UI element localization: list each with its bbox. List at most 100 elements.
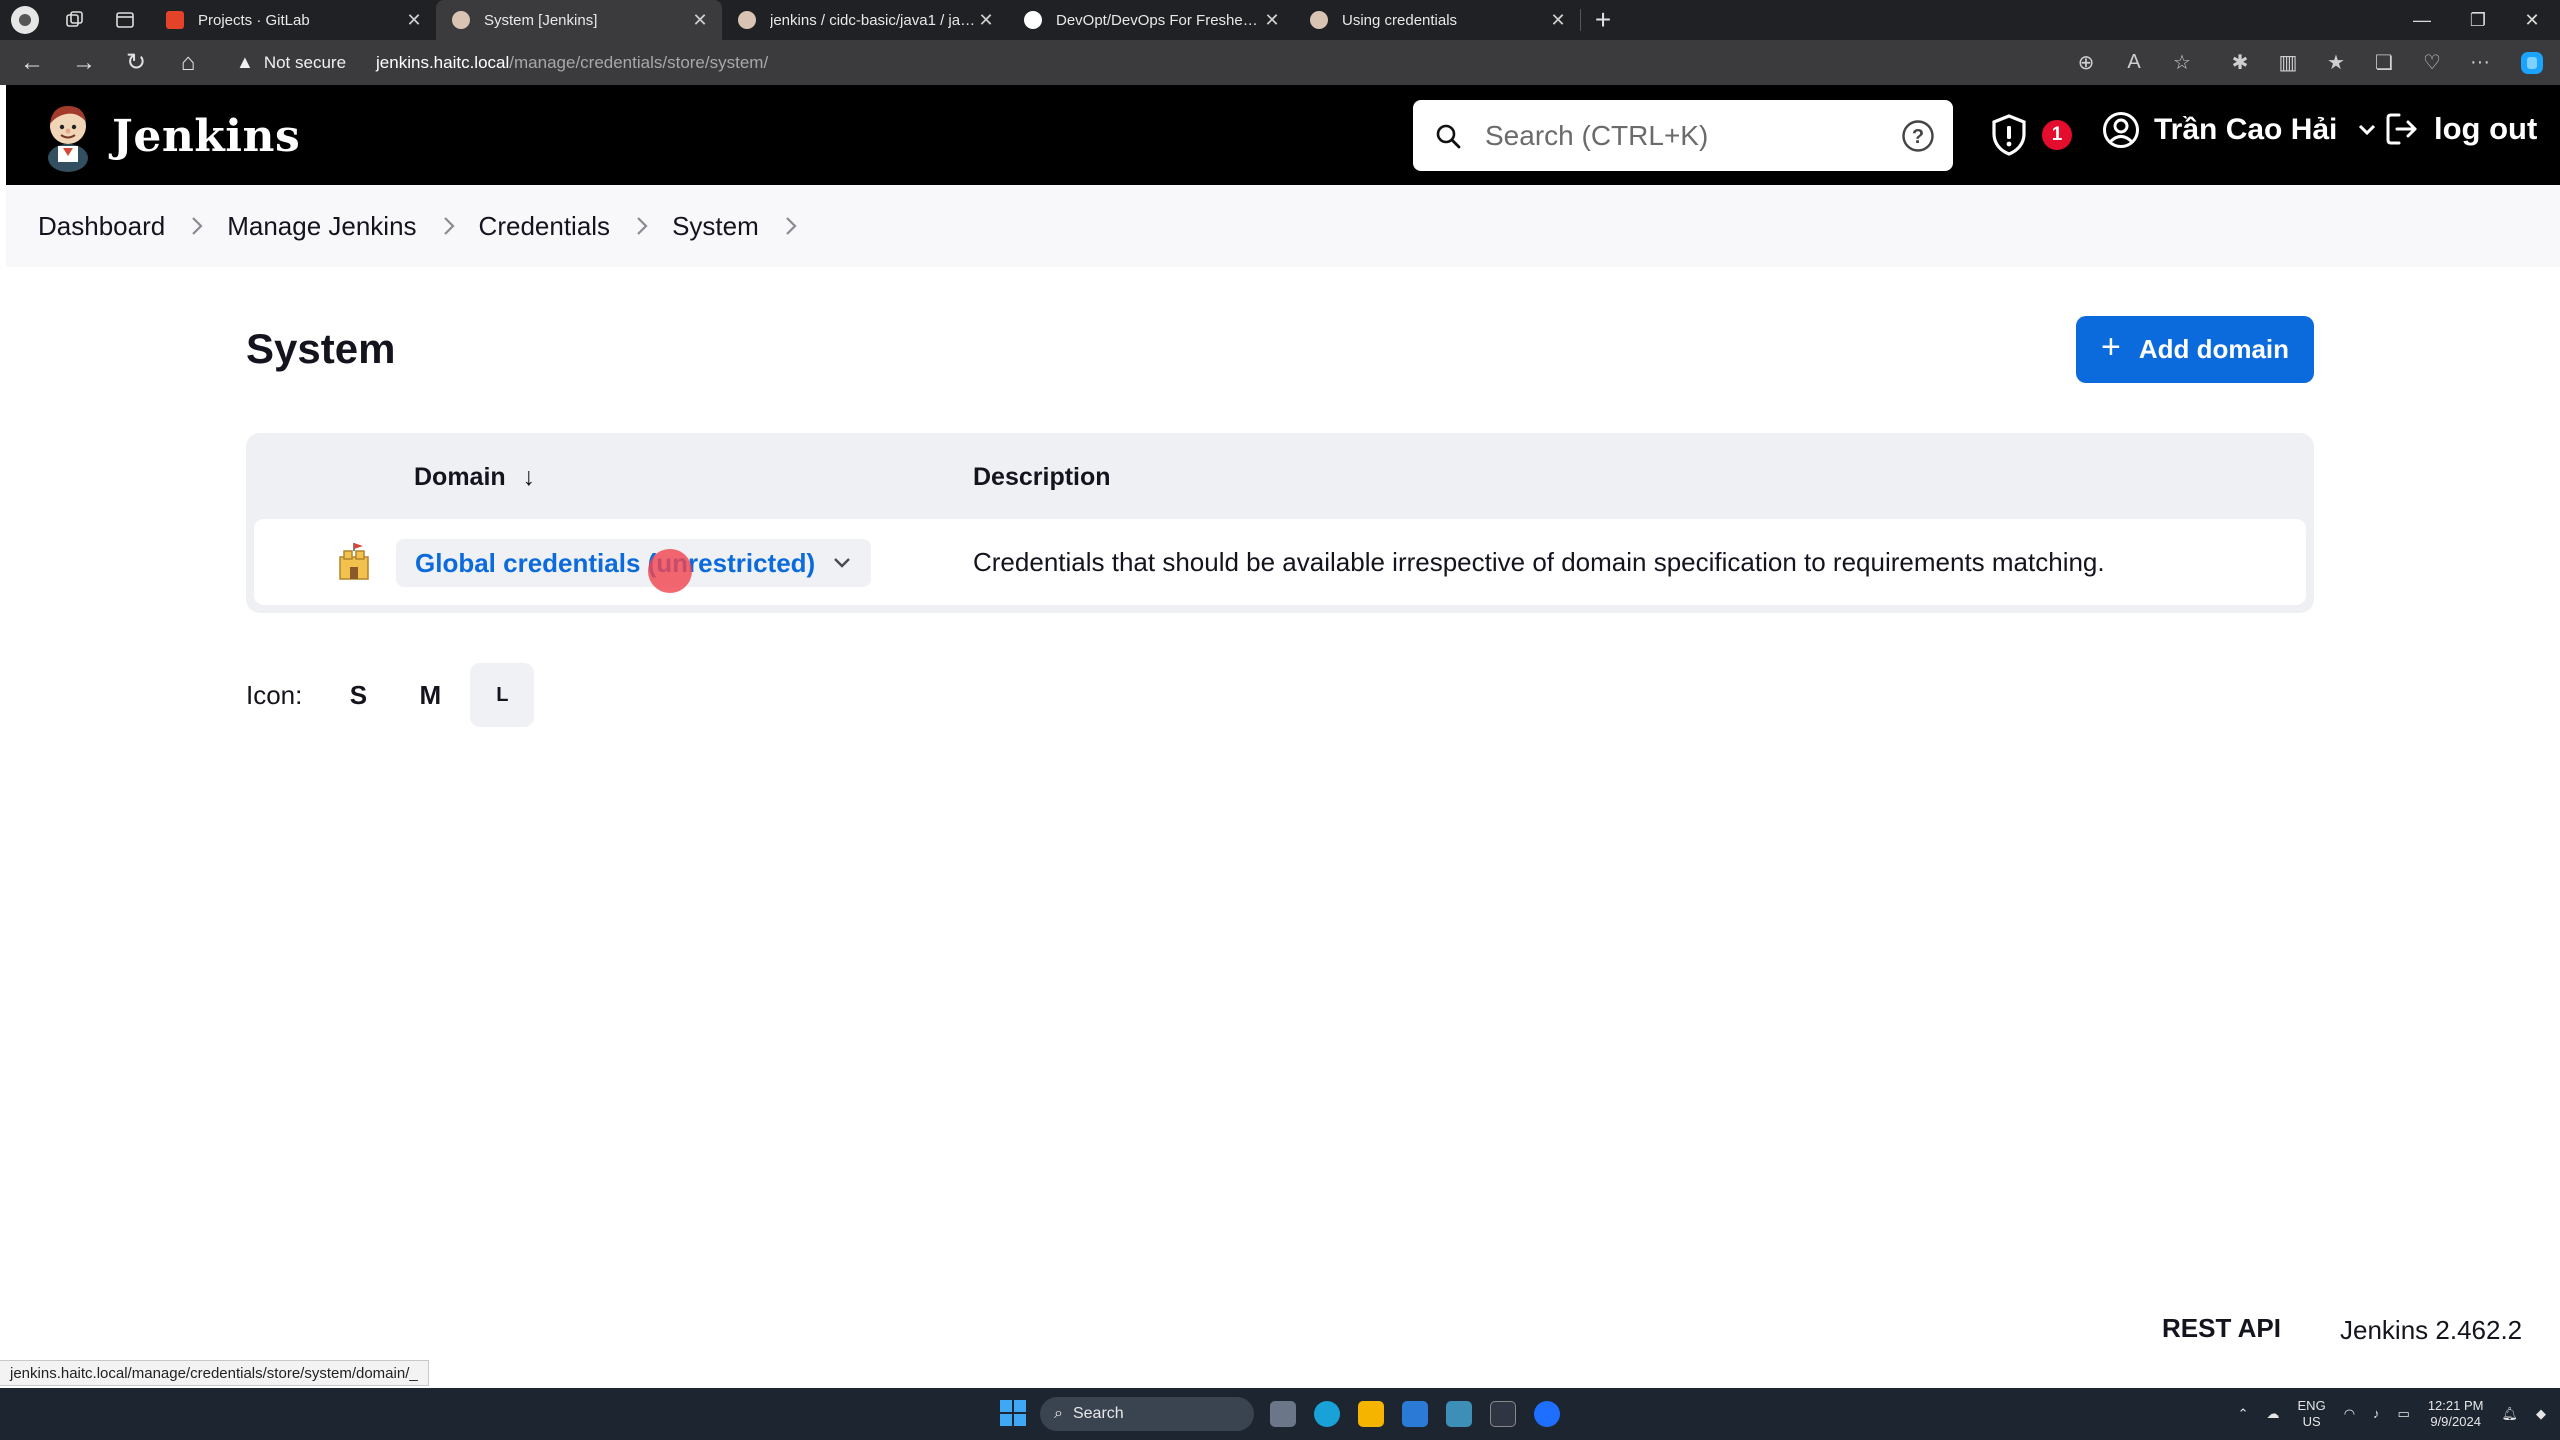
restore-icon[interactable]: ❐ (2450, 0, 2506, 40)
battery-icon[interactable]: ▭ (2398, 1406, 2410, 1422)
github-favicon-icon (1024, 11, 1042, 29)
chevron-right-icon[interactable] (443, 216, 455, 236)
volume-icon[interactable]: ♪ (2373, 1406, 2380, 1422)
browser-toolbar: ← → ↻ ⌂ ▲ Not secure jenkins.haitc.local… (0, 40, 2560, 85)
tab-title: DevOpt/DevOps For Fresher/6. Je (1056, 11, 1262, 29)
description-column-header[interactable]: Description (973, 463, 1111, 492)
search-input[interactable] (1485, 119, 1865, 152)
remote-desktop-icon[interactable] (1446, 1401, 1472, 1427)
shield-alert-icon (1992, 114, 2026, 156)
show-hidden-icons-icon[interactable]: ⌃ (2238, 1406, 2249, 1422)
browser-essentials-icon[interactable]: ♡ (2408, 40, 2456, 85)
user-menu[interactable]: Trần Cao Hải (2102, 111, 2377, 149)
jenkins-header: Jenkins ? 1 Trần Cao Hải log out (6, 85, 2560, 185)
breadcrumb-item-credentials[interactable]: Credentials (479, 211, 611, 242)
user-name: Trần Cao Hải (2154, 113, 2338, 146)
zoom-icon[interactable]: ⊕ (2062, 40, 2110, 85)
security-label[interactable]: Not secure (264, 53, 346, 73)
logout-icon (2386, 113, 2417, 145)
link-status-bar: jenkins.haitc.local/manage/credentials/s… (0, 1360, 429, 1386)
chevron-down-icon[interactable] (833, 557, 851, 569)
help-icon[interactable]: ? (1901, 119, 1935, 153)
language-indicator[interactable]: ENG US (2298, 1398, 2326, 1430)
tab-title: System [Jenkins] (484, 11, 598, 29)
workspaces-icon[interactable] (50, 0, 100, 40)
home-icon[interactable]: ⌂ (162, 40, 214, 85)
edge-browser-icon[interactable] (1314, 1401, 1340, 1427)
cursor-click-indicator (648, 549, 692, 593)
add-domain-label: Add domain (2138, 334, 2290, 364)
favorite-star-icon[interactable]: ☆ (2158, 40, 2206, 85)
chevron-right-icon[interactable] (785, 216, 797, 236)
close-tab-icon[interactable]: ✕ (1548, 10, 1568, 31)
table-row: Global credentials (unrestricted) Creden… (254, 519, 2306, 605)
windows-start-icon[interactable] (1000, 1400, 1026, 1426)
jenkins-favicon-icon (452, 11, 470, 29)
back-icon[interactable]: ← (6, 40, 58, 85)
new-tab-icon[interactable]: + (1581, 4, 1625, 36)
chevron-right-icon[interactable] (636, 216, 648, 236)
browser-tab-using-credentials[interactable]: Using credentials ✕ (1294, 0, 1580, 40)
domains-table: Domain ↓ Description Global credentials … (246, 433, 2314, 613)
close-tab-icon[interactable]: ✕ (1262, 10, 1282, 31)
address-bar[interactable]: ▲ Not secure jenkins.haitc.local/manage/… (236, 40, 768, 85)
search-box[interactable]: ? (1413, 100, 1953, 171)
sort-arrow-icon: ↓ (522, 463, 536, 491)
icon-size-label: Icon: (246, 679, 303, 710)
read-aloud-icon[interactable]: A (2110, 40, 2158, 85)
security-alert-button[interactable]: 1 (1990, 113, 2072, 157)
domain-name[interactable]: Global credentials (unrestricted) (415, 548, 815, 579)
reload-icon[interactable]: ↻ (110, 40, 162, 85)
copilot-icon[interactable] (2504, 40, 2560, 85)
rest-api-link[interactable]: REST API (2162, 1313, 2281, 1344)
vscode-icon[interactable] (1402, 1401, 1428, 1427)
breadcrumb-item-manage-jenkins[interactable]: Manage Jenkins (227, 211, 416, 242)
close-window-icon[interactable]: ✕ (2504, 0, 2560, 40)
clock[interactable]: 12:21 PM 9/9/2024 (2428, 1398, 2484, 1430)
domain-link-global[interactable]: Global credentials (unrestricted) (396, 539, 872, 587)
icon-size-s-button[interactable]: S (326, 663, 390, 727)
jenkins-logo-link[interactable]: Jenkins (38, 100, 300, 172)
chevron-down-icon[interactable] (2357, 123, 2377, 137)
domain-column-header[interactable]: Domain ↓ (414, 463, 535, 492)
wifi-icon[interactable]: ◠ (2344, 1406, 2355, 1422)
onedrive-icon[interactable]: ☁ (2267, 1406, 2280, 1422)
zalo-icon[interactable] (1534, 1401, 1560, 1427)
browser-tab-gitlab[interactable]: Projects · GitLab ✕ (150, 0, 436, 40)
taskbar-search[interactable]: ⌕ Search (1040, 1397, 1254, 1431)
logout-button[interactable]: log out (2384, 111, 2537, 147)
plus-icon: + (2100, 328, 2121, 366)
forward-icon[interactable]: → (58, 40, 110, 85)
collections-icon[interactable]: ❏ (2360, 40, 2408, 85)
browser-tab-github[interactable]: DevOpt/DevOps For Fresher/6. Je ✕ (1008, 0, 1294, 40)
minimize-icon[interactable]: — (2394, 0, 2450, 40)
icon-size-m-button[interactable]: M (398, 663, 462, 727)
close-tab-icon[interactable]: ✕ (976, 10, 996, 31)
terminal-icon[interactable] (1490, 1401, 1516, 1427)
notifications-icon[interactable]: 🔔︎ (2501, 1406, 2518, 1422)
browser-tab-jenkins-system[interactable]: System [Jenkins] ✕ (436, 0, 722, 40)
icon-size-l-button[interactable]: L (470, 663, 535, 727)
jenkins-favicon-icon (738, 11, 756, 29)
icon-size-selector: Icon: S M L (246, 663, 542, 727)
lang-code: ENG (2297, 1398, 2326, 1413)
url-host: jenkins.haitc.local (376, 52, 510, 72)
breadcrumb-item-dashboard[interactable]: Dashboard (38, 211, 165, 242)
chevron-right-icon[interactable] (191, 216, 203, 236)
profile-icon[interactable] (0, 0, 50, 40)
split-screen-icon[interactable]: ▥ (2264, 40, 2312, 85)
close-tab-icon[interactable]: ✕ (404, 10, 424, 31)
tab-title: Projects · GitLab (198, 11, 310, 29)
add-domain-button[interactable]: + Add domain (2076, 316, 2314, 383)
file-explorer-icon[interactable] (1358, 1401, 1384, 1427)
extensions-icon[interactable]: ✱ (2216, 40, 2264, 85)
task-view-icon[interactable] (1270, 1401, 1296, 1427)
tab-actions-icon[interactable] (100, 0, 150, 40)
favorites-icon[interactable]: ★ (2312, 40, 2360, 85)
breadcrumb-item-system[interactable]: System (672, 211, 759, 242)
close-tab-icon[interactable]: ✕ (690, 10, 710, 31)
jenkins-version-button[interactable]: Jenkins 2.462.2 (2340, 1315, 2522, 1346)
browser-tab-jenkins-java1[interactable]: jenkins / cidc-basic/java1 / java1 / ✕ (722, 0, 1008, 40)
more-menu-icon[interactable]: ··· (2456, 40, 2504, 85)
copilot-taskbar-icon[interactable]: ◆ (2536, 1406, 2546, 1422)
